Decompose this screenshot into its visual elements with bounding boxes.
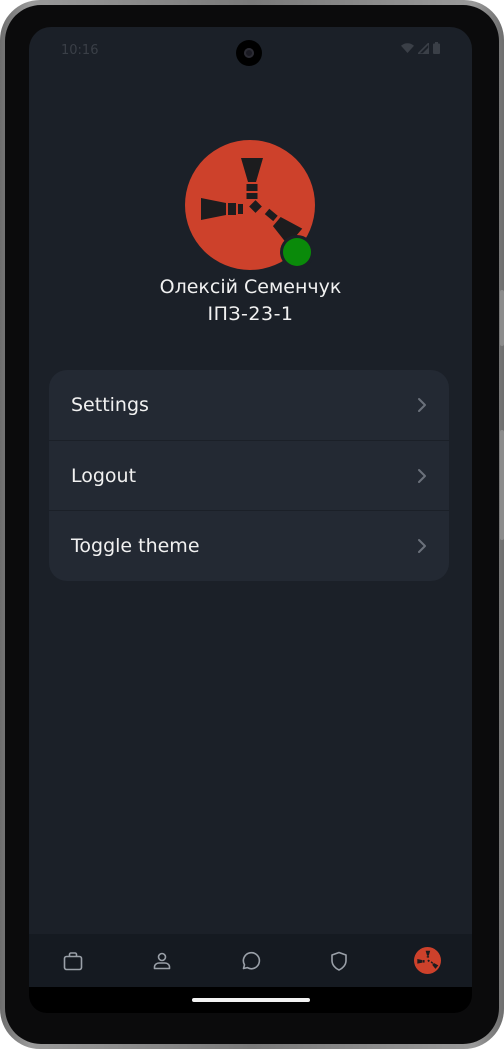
phone-frame: 10:16 Олексій Семенчук ІПЗ-23-1 Settings… [0, 0, 504, 1049]
status-time: 10:16 [61, 43, 99, 58]
screen: 10:16 Олексій Семенчук ІПЗ-23-1 Settings… [29, 27, 472, 987]
chevron-right-icon [418, 398, 426, 412]
menu-item-label: Settings [71, 394, 149, 416]
nav-tab-people[interactable] [132, 934, 192, 987]
nav-tab-profile[interactable] [398, 934, 458, 987]
menu-item-settings[interactable]: Settings [49, 370, 449, 440]
signal-icon [418, 42, 429, 54]
menu-item-label: Toggle theme [71, 534, 200, 557]
status-icons [401, 42, 440, 54]
chevron-right-icon [418, 468, 426, 483]
user-name: Олексій Семенчук [159, 276, 342, 298]
wifi-icon [401, 42, 414, 53]
chevron-right-icon [418, 538, 426, 553]
bag-icon [63, 951, 83, 970]
chat-icon [243, 951, 261, 970]
profile-avatar-icon [414, 947, 442, 974]
nav-tab-security[interactable] [309, 934, 369, 987]
battery-icon [433, 42, 440, 54]
nav-tab-shop[interactable] [43, 934, 103, 987]
profile-avatar-container [185, 140, 315, 270]
menu-item-logout[interactable]: Logout [49, 440, 449, 510]
bottom-navigation [29, 934, 472, 987]
user-group: ІПЗ-23-1 [207, 303, 294, 325]
front-camera [236, 40, 262, 66]
online-status-indicator [283, 238, 311, 266]
nav-tab-chat[interactable] [220, 934, 280, 987]
home-indicator[interactable] [192, 998, 310, 1002]
volume-button [500, 430, 504, 540]
menu-item-toggle-theme[interactable]: Toggle theme [49, 510, 449, 580]
person-icon [153, 952, 171, 969]
settings-menu: Settings Logout Toggle theme [49, 370, 449, 581]
menu-item-label: Logout [71, 464, 137, 487]
power-button [500, 290, 504, 346]
shield-icon [331, 951, 347, 971]
